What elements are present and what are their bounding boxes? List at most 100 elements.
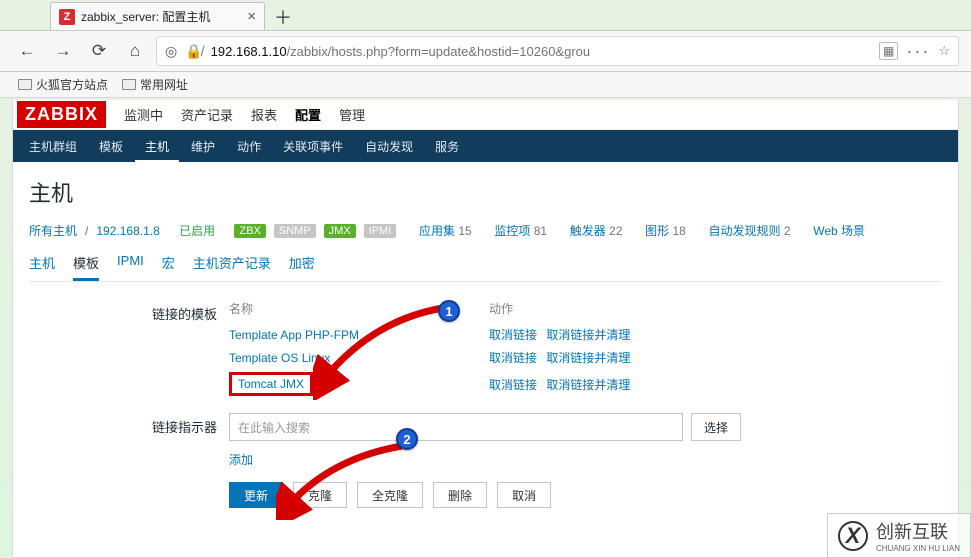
subnav-services[interactable]: 服务 xyxy=(425,130,469,163)
counter-apps[interactable]: 应用集 15 xyxy=(419,222,472,239)
subnav-actions[interactable]: 动作 xyxy=(227,130,271,163)
watermark: X 创新互联 CHUANG XIN HU LIAN xyxy=(827,513,971,558)
pill-ipmi: IPMI xyxy=(364,224,397,238)
row-link-indicator: 链接指示器 在此输入搜索 选择 添加 xyxy=(29,413,942,468)
zabbix-subnav: 主机群组 模板 主机 维护 动作 关联项事件 自动发现 服务 xyxy=(13,130,958,162)
tab-title: zabbix_server: 配置主机 xyxy=(81,8,247,25)
tab-ipmi[interactable]: IPMI xyxy=(117,253,144,281)
topnav-monitoring[interactable]: 监测中 xyxy=(124,105,163,124)
pill-jmx: JMX xyxy=(324,224,356,238)
tab-encryption[interactable]: 加密 xyxy=(289,253,315,281)
bookmarks-bar: 火狐官方站点 常用网址 xyxy=(0,72,971,98)
unlink-clear-link[interactable]: 取消链接并清理 xyxy=(546,378,630,392)
counter-triggers[interactable]: 触发器 22 xyxy=(570,222,623,239)
breadcrumb-host[interactable]: 192.168.1.8 xyxy=(96,224,159,238)
template-link[interactable]: Template App PHP-FPM xyxy=(229,328,359,342)
bookmark-item[interactable]: 常用网址 xyxy=(122,76,188,93)
tab-favicon: Z xyxy=(59,9,75,25)
full-clone-button[interactable]: 全克隆 xyxy=(357,482,423,508)
browser-tab-bar: Z zabbix_server: 配置主机 × ＋ xyxy=(0,0,971,30)
row-linked-templates: 链接的模板 名称 动作 Template App PHP-FPM 取消链接 取消… xyxy=(29,300,942,399)
tab-host[interactable]: 主机 xyxy=(29,253,55,281)
browser-toolbar: ← → ⟳ ⌂ ◎ 🔒̸ 192.168.1.10/zabbix/hosts.p… xyxy=(0,30,971,72)
template-search-input[interactable]: 在此输入搜索 xyxy=(229,413,683,441)
label-linked-templates: 链接的模板 xyxy=(29,300,229,399)
browser-tab[interactable]: Z zabbix_server: 配置主机 × xyxy=(50,2,265,30)
update-button[interactable]: 更新 xyxy=(229,482,283,508)
search-placeholder: 在此输入搜索 xyxy=(238,419,310,436)
counter-web[interactable]: Web 场景 xyxy=(813,222,865,239)
watermark-sub: CHUANG XIN HU LIAN xyxy=(876,544,960,553)
pill-snmp: SNMP xyxy=(274,224,316,238)
home-button[interactable]: ⌂ xyxy=(120,36,150,66)
bookmark-label: 常用网址 xyxy=(140,76,188,93)
subnav-correlation[interactable]: 关联项事件 xyxy=(273,130,353,163)
tab-macros[interactable]: 宏 xyxy=(162,253,175,281)
host-status: 已启用 xyxy=(179,222,215,239)
subnav-maintenance[interactable]: 维护 xyxy=(181,130,225,163)
topnav-admin[interactable]: 管理 xyxy=(339,105,365,124)
counter-discovery[interactable]: 自动发现规则 2 xyxy=(709,222,791,239)
table-row: Tomcat JMX 取消链接 取消链接并清理 xyxy=(229,369,689,399)
pill-zbx: ZBX xyxy=(234,224,265,238)
subnav-discovery[interactable]: 自动发现 xyxy=(355,130,423,163)
topnav-inventory[interactable]: 资产记录 xyxy=(181,105,233,124)
topnav-reports[interactable]: 报表 xyxy=(251,105,277,124)
cancel-button[interactable]: 取消 xyxy=(497,482,551,508)
unlink-link[interactable]: 取消链接 xyxy=(489,351,537,365)
table-row: Template App PHP-FPM 取消链接 取消链接并清理 xyxy=(229,323,689,346)
host-tabs: 主机 模板 IPMI 宏 主机资产记录 加密 xyxy=(29,253,942,282)
url-bar[interactable]: ◎ 🔒̸ 192.168.1.10/zabbix/hosts.php?form=… xyxy=(156,36,959,66)
bookmark-star-icon[interactable]: ☆ xyxy=(938,43,950,59)
tab-templates[interactable]: 模板 xyxy=(73,253,99,281)
clone-button[interactable]: 克隆 xyxy=(293,482,347,508)
table-row: Template OS Linux 取消链接 取消链接并清理 xyxy=(229,346,689,369)
breadcrumb-row: 所有主机 / 192.168.1.8 已启用 ZBX SNMP JMX IPMI… xyxy=(29,222,942,239)
zabbix-logo[interactable]: ZABBIX xyxy=(17,101,106,128)
forward-button[interactable]: → xyxy=(48,36,78,66)
qr-icon[interactable]: ▦ xyxy=(879,42,898,60)
add-link[interactable]: 添加 xyxy=(229,453,253,467)
url-text: 192.168.1.10/zabbix/hosts.php?form=updat… xyxy=(211,44,871,59)
close-icon[interactable]: × xyxy=(247,8,256,25)
subnav-hostgroups[interactable]: 主机群组 xyxy=(19,130,87,163)
breadcrumb-sep: / xyxy=(85,224,88,238)
button-row: 更新 克隆 全克隆 删除 取消 xyxy=(229,482,942,508)
folder-icon xyxy=(18,79,32,90)
topnav-configuration[interactable]: 配置 xyxy=(295,105,321,124)
unlink-link[interactable]: 取消链接 xyxy=(489,328,537,342)
select-button[interactable]: 选择 xyxy=(691,413,741,441)
insecure-icon: 🔒̸ xyxy=(185,43,202,60)
label-link-indicator: 链接指示器 xyxy=(29,413,229,468)
watermark-logo-icon: X xyxy=(838,521,868,551)
callout-badge-1: 1 xyxy=(438,300,460,322)
unlink-clear-link[interactable]: 取消链接并清理 xyxy=(546,328,630,342)
template-link[interactable]: Template OS Linux xyxy=(229,351,330,365)
delete-button[interactable]: 删除 xyxy=(433,482,487,508)
counter-graphs[interactable]: 图形 18 xyxy=(645,222,686,239)
form: 链接的模板 名称 动作 Template App PHP-FPM 取消链接 取消… xyxy=(29,300,942,508)
content: 主机 所有主机 / 192.168.1.8 已启用 ZBX SNMP JMX I… xyxy=(13,162,958,518)
folder-icon xyxy=(122,79,136,90)
tab-inventory[interactable]: 主机资产记录 xyxy=(193,253,271,281)
unlink-link[interactable]: 取消链接 xyxy=(489,378,537,392)
watermark-brand: 创新互联 xyxy=(876,518,960,544)
page-actions-icon[interactable]: ··· xyxy=(906,41,930,62)
shield-icon: ◎ xyxy=(165,43,177,60)
template-link[interactable]: Tomcat JMX xyxy=(238,377,304,391)
page-title: 主机 xyxy=(29,176,942,208)
zabbix-header: ZABBIX 监测中 资产记录 报表 配置 管理 xyxy=(13,100,958,130)
subnav-templates[interactable]: 模板 xyxy=(89,130,133,163)
zabbix-page: ZABBIX 监测中 资产记录 报表 配置 管理 主机群组 模板 主机 维护 动… xyxy=(12,100,959,558)
bookmark-item[interactable]: 火狐官方站点 xyxy=(18,76,108,93)
back-button[interactable]: ← xyxy=(12,36,42,66)
breadcrumb-allhosts[interactable]: 所有主机 xyxy=(29,222,77,239)
counter-items[interactable]: 监控项 81 xyxy=(494,222,547,239)
subnav-hosts[interactable]: 主机 xyxy=(135,130,179,163)
col-action: 动作 xyxy=(489,300,689,317)
reload-button[interactable]: ⟳ xyxy=(84,36,114,66)
unlink-clear-link[interactable]: 取消链接并清理 xyxy=(546,351,630,365)
highlight-box: Tomcat JMX xyxy=(229,372,313,396)
callout-badge-2: 2 xyxy=(396,428,418,450)
new-tab-button[interactable]: ＋ xyxy=(269,4,297,30)
